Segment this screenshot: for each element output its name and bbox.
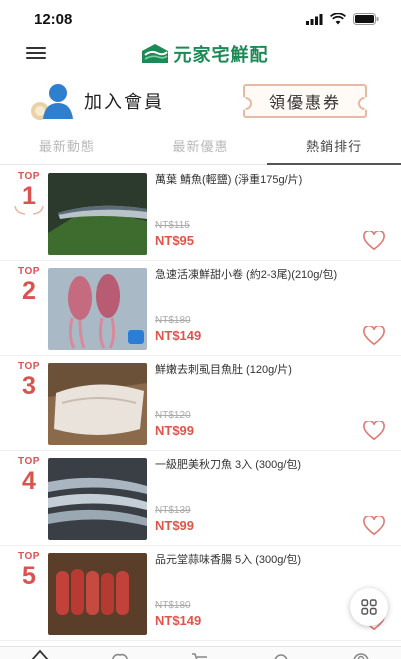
product-image[interactable] — [48, 173, 147, 255]
rank-top-label: TOP — [18, 266, 40, 277]
battery-icon — [353, 13, 379, 25]
product-item[interactable]: TOP 5 品元堂蒜味香腸 5入 (300g/包) NT$180 NT$149 — [0, 546, 401, 641]
status-bar: 12:08 — [0, 0, 401, 38]
product-info: 萬葉 鯖魚(輕鹽) (淨重175g/片) NT$115 NT$95 — [147, 171, 389, 260]
rank-badge: TOP 1 — [10, 171, 48, 260]
member-avatar-icon — [31, 84, 73, 120]
product-image[interactable] — [48, 363, 147, 445]
tab-latest-news[interactable]: 最新動態 — [0, 132, 134, 164]
rank-top-label: TOP — [18, 361, 40, 372]
product-item[interactable]: TOP 2 急速活凍鮮甜小卷 (約2-3尾)(210g/包) NT$180 NT… — [0, 261, 401, 356]
rank-badge: TOP 3 — [10, 361, 48, 450]
account-icon[interactable] — [349, 647, 373, 659]
product-info: 一級肥美秋刀魚 3入 (300g/包) NT$139 NT$99 — [147, 456, 389, 545]
product-info: 急速活凍鮮甜小卷 (約2-3尾)(210g/包) NT$180 NT$149 — [147, 266, 389, 355]
tab-latest-offers[interactable]: 最新優惠 — [134, 132, 268, 164]
cart-icon[interactable] — [188, 647, 212, 659]
wifi-icon — [330, 13, 346, 25]
original-price: NT$180 — [155, 600, 191, 611]
product-item[interactable]: TOP 4 一級肥美秋刀魚 3入 (300g/包) NT$139 NT$99 — [0, 451, 401, 546]
product-list: TOP 1 萬葉 鯖魚(輕鹽) (淨重175g/片) NT$115 NT$95 … — [0, 166, 401, 641]
rank-badge: TOP 2 — [10, 266, 48, 355]
sale-price: NT$149 — [155, 613, 202, 628]
logo-text: 元家宅鮮配 — [173, 45, 269, 65]
rank-number: 2 — [22, 277, 36, 305]
menu-button[interactable] — [26, 45, 46, 61]
favorite-heart-icon[interactable] — [363, 516, 385, 536]
rank-top-label: TOP — [18, 551, 40, 562]
original-price: NT$115 — [155, 220, 190, 231]
sale-price: NT$95 — [155, 233, 195, 248]
join-member-button[interactable]: 加入會員 — [30, 81, 164, 121]
sale-price: NT$149 — [155, 328, 202, 343]
product-name: 品元堂蒜味香腸 5入 (300g/包) — [155, 554, 302, 566]
logo[interactable]: 元家宅鮮配 — [141, 41, 269, 67]
product-image[interactable] — [48, 553, 147, 635]
tab-bar: 最新動態 最新優惠 熱銷排行 — [0, 132, 401, 165]
original-price: NT$139 — [155, 505, 191, 516]
laurel-icon — [14, 205, 44, 215]
product-item[interactable]: TOP 3 鮮嫩去刺虱目魚肚 (120g/片) NT$120 NT$99 — [0, 356, 401, 451]
rank-number: 5 — [22, 562, 36, 590]
grid-view-button[interactable] — [350, 588, 388, 626]
product-name: 急速活凍鮮甜小卷 (約2-3尾)(210g/包) — [155, 269, 338, 281]
app-header: 元家宅鮮配 — [0, 38, 401, 70]
product-item[interactable]: TOP 1 萬葉 鯖魚(輕鹽) (淨重175g/片) NT$115 NT$95 — [0, 166, 401, 261]
status-icons — [306, 13, 379, 25]
grid-icon — [361, 599, 377, 615]
get-coupon-button[interactable]: 領優惠券 — [243, 84, 367, 118]
favorites-icon[interactable] — [108, 647, 132, 659]
product-info: 鮮嫩去刺虱目魚肚 (120g/片) NT$120 NT$99 — [147, 361, 389, 450]
rank-number: 3 — [22, 372, 36, 400]
favorite-heart-icon[interactable] — [363, 326, 385, 346]
logo-mark-icon — [141, 44, 168, 63]
product-name: 鮮嫩去刺虱目魚肚 (120g/片) — [155, 364, 292, 376]
member-row: 加入會員 領優惠券 — [0, 70, 401, 132]
product-image[interactable] — [48, 268, 147, 350]
product-name: 萬葉 鯖魚(輕鹽) (淨重175g/片) — [155, 174, 303, 186]
sale-price: NT$99 — [155, 423, 195, 438]
original-price: NT$180 — [155, 315, 191, 326]
product-image[interactable] — [48, 458, 147, 540]
rank-badge: TOP 5 — [10, 551, 48, 640]
rank-top-label: TOP — [18, 171, 40, 182]
original-price: NT$120 — [155, 410, 191, 421]
product-name: 一級肥美秋刀魚 3入 (300g/包) — [155, 459, 302, 471]
signal-icon — [306, 13, 323, 25]
sale-price: NT$99 — [155, 518, 195, 533]
status-time: 12:08 — [34, 10, 73, 28]
get-coupon-label: 領優惠券 — [268, 95, 341, 112]
bottom-nav — [0, 646, 401, 659]
search-icon[interactable] — [269, 647, 293, 659]
rank-top-label: TOP — [18, 456, 40, 467]
rank-badge: TOP 4 — [10, 456, 48, 545]
favorite-heart-icon[interactable] — [363, 421, 385, 441]
favorite-heart-icon[interactable] — [363, 231, 385, 251]
join-member-label: 加入會員 — [84, 92, 164, 112]
rank-number: 4 — [22, 467, 36, 495]
home-icon[interactable] — [28, 647, 52, 659]
tab-best-sellers[interactable]: 熱銷排行 — [267, 132, 401, 165]
